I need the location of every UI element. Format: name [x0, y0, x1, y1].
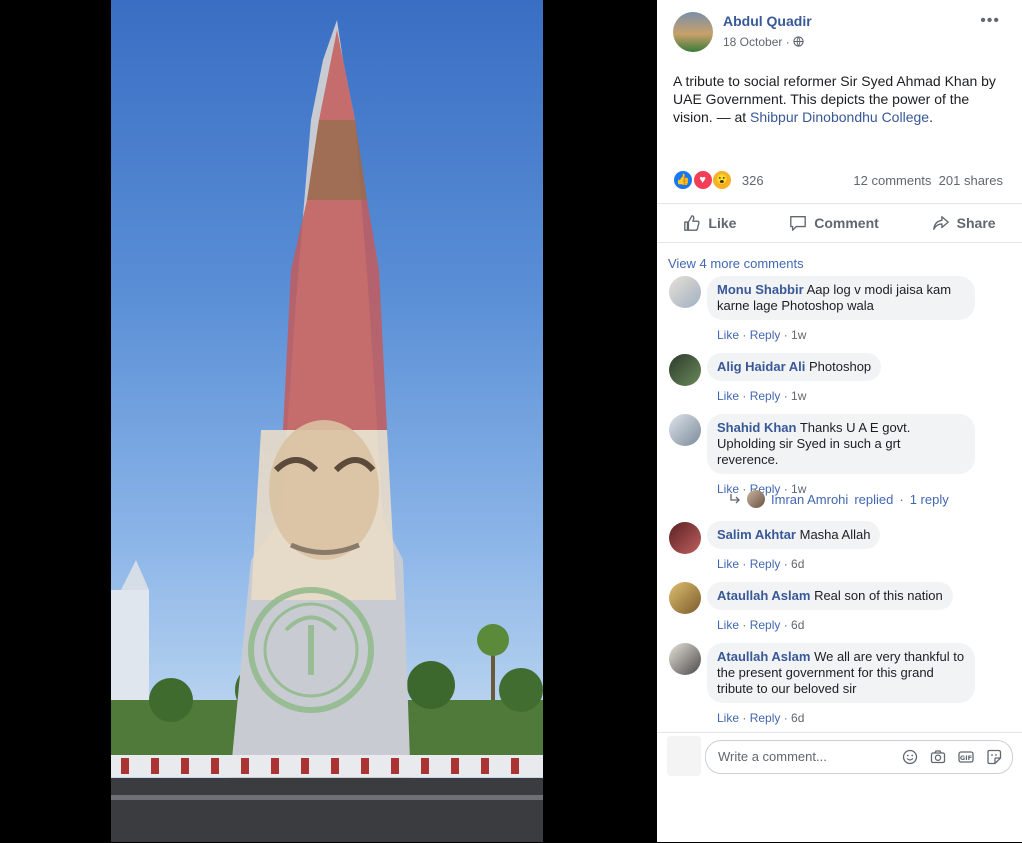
- comment-like-link[interactable]: Like: [717, 618, 739, 632]
- reply-count[interactable]: 1 reply: [910, 492, 949, 507]
- comment-avatar[interactable]: [669, 643, 701, 675]
- comment-text: Masha Allah: [799, 527, 871, 542]
- write-comment-placeholder[interactable]: Write a comment...: [718, 749, 827, 764]
- post-photo[interactable]: [111, 0, 543, 842]
- comment-avatar[interactable]: [669, 276, 701, 308]
- view-more-comments[interactable]: View 4 more comments: [668, 256, 804, 271]
- photo-viewer: [0, 0, 657, 842]
- comment-like-link[interactable]: Like: [717, 328, 739, 342]
- divider: [657, 732, 1022, 733]
- comment-avatar[interactable]: [669, 522, 701, 554]
- user-avatar[interactable]: [667, 736, 701, 776]
- post-panel: Abdul Quadir 18 October · ••• A tribute …: [657, 0, 1022, 842]
- comment-text: Real son of this nation: [814, 588, 943, 603]
- comment-item: Ataullah Aslam We all are very thankful …: [707, 643, 975, 725]
- commenter-name[interactable]: Ataullah Aslam: [717, 588, 810, 603]
- thumb-up-icon: [684, 215, 700, 231]
- commenter-name[interactable]: Shahid Khan: [717, 420, 796, 435]
- comment-item: Alig Haidar Ali Photoshop Like · Reply ·…: [707, 353, 882, 403]
- author-avatar[interactable]: [673, 12, 713, 52]
- comment-label: Comment: [814, 215, 879, 231]
- like-reaction-icon[interactable]: 👍: [673, 170, 693, 190]
- comment-time[interactable]: 1w: [791, 328, 806, 342]
- comment-reply-link[interactable]: Reply: [750, 711, 781, 725]
- comment-reply-link[interactable]: Reply: [750, 389, 781, 403]
- comment-bubble: Shahid Khan Thanks U A E govt. Upholding…: [707, 414, 975, 474]
- svg-text:GIF: GIF: [960, 754, 972, 762]
- share-label: Share: [956, 215, 996, 231]
- comment-avatar[interactable]: [669, 354, 701, 386]
- comment-icon: [790, 216, 807, 231]
- comment-item: Ataullah Aslam Real son of this nation L…: [707, 582, 953, 632]
- comment-item: Shahid Khan Thanks U A E govt. Upholding…: [707, 414, 975, 496]
- comment-like-link[interactable]: Like: [717, 389, 739, 403]
- share-icon: [932, 216, 949, 230]
- author-name[interactable]: Abdul Quadir: [723, 13, 812, 29]
- comment-text: Photoshop: [809, 359, 872, 374]
- commenter-name[interactable]: Ataullah Aslam: [717, 649, 810, 664]
- tower-illustration: [111, 20, 543, 842]
- reply-avatar[interactable]: [747, 490, 765, 508]
- wow-reaction-icon[interactable]: 😮: [712, 170, 733, 190]
- reply-author[interactable]: Imran Amrohi: [771, 492, 848, 507]
- reactions-bar: 👍 ♥ 😮 326 12 comments 201 shares: [673, 170, 1003, 190]
- action-bar: Like Comment Share: [657, 203, 1022, 242]
- comment-reply-link[interactable]: Reply: [750, 557, 781, 571]
- like-label: Like: [708, 215, 737, 231]
- commenter-name[interactable]: Monu Shabbir: [717, 282, 804, 297]
- comment-meta: Like · Reply · 6d: [717, 711, 805, 725]
- engagement-counts: 12 comments 201 shares: [853, 173, 1003, 188]
- more-icon[interactable]: •••: [980, 12, 1000, 30]
- comment-bubble: Alig Haidar Ali Photoshop: [707, 353, 882, 381]
- comment-like-link[interactable]: Like: [717, 711, 739, 725]
- comment-like-link[interactable]: Like: [717, 557, 739, 571]
- reply-summary[interactable]: Imran Amrohi replied · 1 reply: [729, 490, 949, 508]
- comment-bubble: Ataullah Aslam We all are very thankful …: [707, 643, 975, 703]
- comment-bubble: Ataullah Aslam Real son of this nation: [707, 582, 953, 610]
- comment-item: Salim Akhtar Masha Allah Like · Reply · …: [707, 521, 881, 571]
- comment-meta: Like · Reply · 1w: [717, 389, 807, 403]
- reply-action: replied: [854, 491, 894, 507]
- comment-meta: Like · Reply · 1w: [717, 328, 807, 342]
- comments-count[interactable]: 12 comments: [853, 173, 931, 188]
- share-button[interactable]: Share: [932, 214, 996, 232]
- comment-avatar[interactable]: [669, 414, 701, 446]
- comment-item: Monu Shabbir Aap log v modi jaisa kam ka…: [707, 276, 975, 342]
- comment-time[interactable]: 6d: [791, 557, 804, 571]
- comment-time[interactable]: 6d: [791, 711, 804, 725]
- comment-reply-link[interactable]: Reply: [750, 328, 781, 342]
- reply-arrow-icon: [730, 494, 740, 504]
- love-reaction-icon[interactable]: ♥: [692, 170, 713, 190]
- camera-icon[interactable]: [930, 749, 946, 765]
- like-button[interactable]: Like: [683, 214, 736, 232]
- comment-meta: Like · Reply · 6d: [717, 618, 805, 632]
- sticker-icon[interactable]: [986, 749, 1002, 765]
- comment-avatar[interactable]: [669, 582, 701, 614]
- post-suffix: .: [929, 109, 933, 125]
- shares-count[interactable]: 201 shares: [939, 173, 1003, 188]
- comment-time[interactable]: 1w: [791, 389, 806, 403]
- date-text[interactable]: 18 October: [723, 35, 782, 49]
- post-text: A tribute to social reformer Sir Syed Ah…: [673, 72, 1008, 126]
- commenter-name[interactable]: Salim Akhtar: [717, 527, 796, 542]
- comment-bubble: Monu Shabbir Aap log v modi jaisa kam ka…: [707, 276, 975, 320]
- comment-time[interactable]: 6d: [791, 618, 804, 632]
- reaction-count[interactable]: 326: [742, 173, 764, 188]
- post-date: 18 October ·: [723, 35, 804, 49]
- globe-icon: [793, 36, 804, 47]
- emoji-icon[interactable]: [902, 749, 918, 765]
- comment-bubble: Salim Akhtar Masha Allah: [707, 521, 881, 549]
- comment-reply-link[interactable]: Reply: [750, 618, 781, 632]
- gif-icon[interactable]: GIF: [958, 749, 974, 765]
- left-building: [111, 590, 149, 710]
- comment-button[interactable]: Comment: [789, 214, 879, 232]
- commenter-name[interactable]: Alig Haidar Ali: [717, 359, 805, 374]
- write-comment-box[interactable]: Write a comment... GIF: [705, 740, 1013, 774]
- comment-meta: Like · Reply · 6d: [717, 557, 805, 571]
- location-link[interactable]: Shibpur Dinobondhu College: [750, 109, 929, 125]
